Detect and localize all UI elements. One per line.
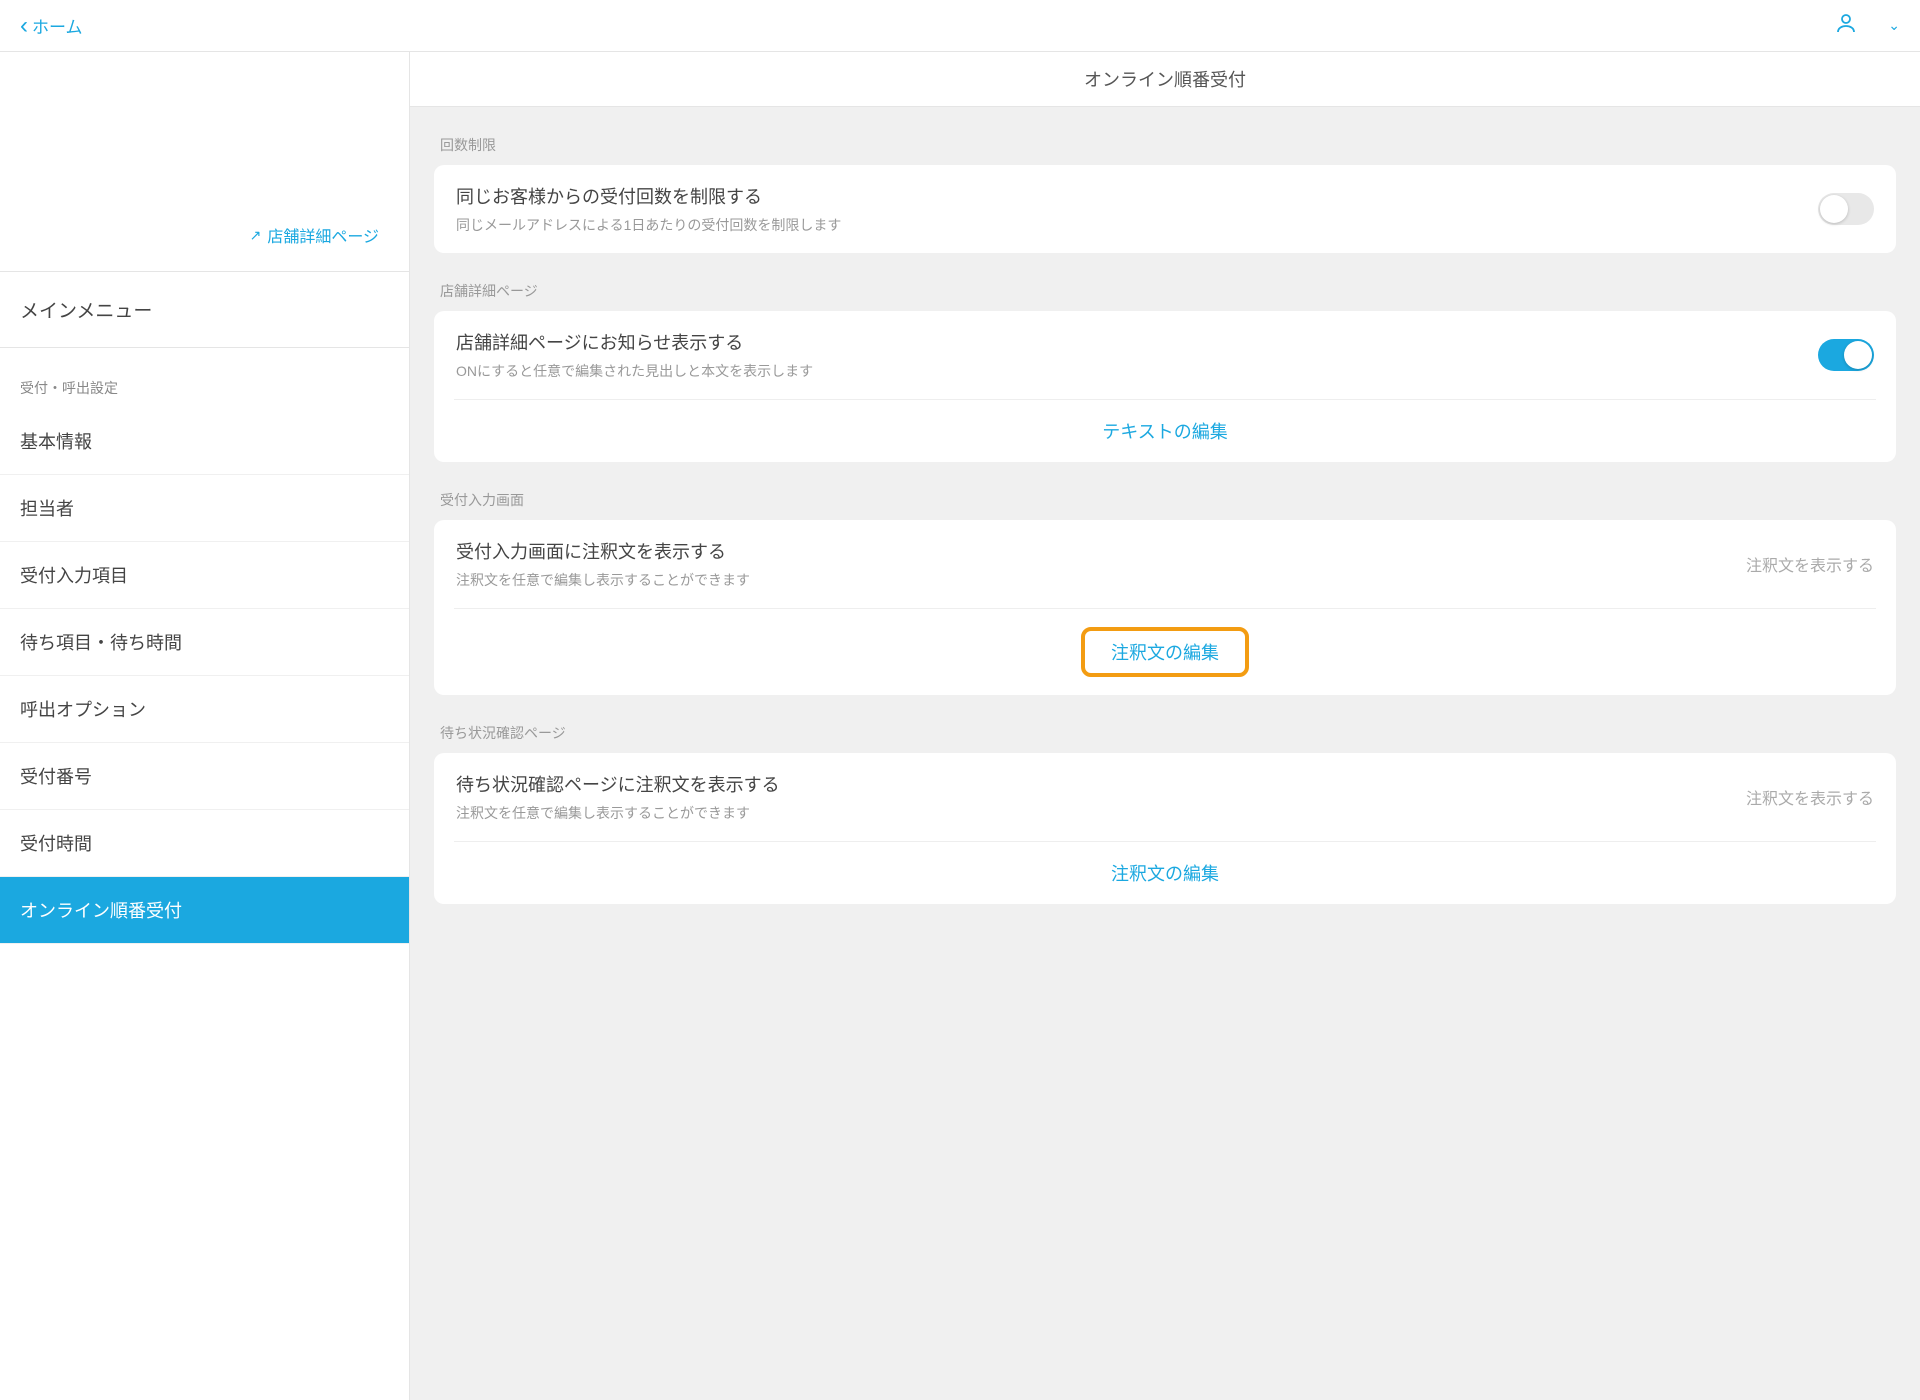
group-label-input-screen: 受付入力画面: [434, 462, 1896, 520]
card-input-screen: 受付入力画面に注釈文を表示する 注釈文を任意で編集し表示することができます 注釈…: [434, 520, 1896, 695]
topbar-right: ⌄: [1834, 11, 1900, 40]
sidebar-item-reception-time[interactable]: 受付時間: [0, 810, 409, 877]
input-screen-sub: 注釈文を任意で編集し表示することができます: [456, 570, 1726, 590]
sidebar-item-reception-number[interactable]: 受付番号: [0, 743, 409, 810]
row-store-detail: 店舗詳細ページにお知らせ表示する ONにすると任意で編集された見出しと本文を表示…: [434, 311, 1896, 399]
chevron-left-icon: ‹: [20, 12, 28, 40]
group-label-limit: 回数制限: [434, 107, 1896, 165]
store-detail-link[interactable]: ↗ 店舗詳細ページ: [250, 223, 379, 247]
group-label-store-detail: 店舗詳細ページ: [434, 253, 1896, 311]
sidebar-item-wait-items[interactable]: 待ち項目・待ち時間: [0, 609, 409, 676]
sidebar: ↗ 店舗詳細ページ メインメニュー 受付・呼出設定 基本情報 担当者 受付入力項…: [0, 52, 410, 1400]
menu-header: メインメニュー: [0, 272, 409, 348]
edit-annotation-input-button[interactable]: 注釈文の編集: [434, 609, 1896, 695]
sidebar-item-call-options[interactable]: 呼出オプション: [0, 676, 409, 743]
sidebar-top: ↗ 店舗詳細ページ: [0, 52, 409, 272]
store-link-label: 店舗詳細ページ: [267, 223, 379, 247]
card-store-detail: 店舗詳細ページにお知らせ表示する ONにすると任意で編集された見出しと本文を表示…: [434, 311, 1896, 462]
chevron-down-icon[interactable]: ⌄: [1888, 17, 1900, 34]
body: ↗ 店舗詳細ページ メインメニュー 受付・呼出設定 基本情報 担当者 受付入力項…: [0, 52, 1920, 1400]
section-label: 受付・呼出設定: [0, 348, 409, 408]
external-link-icon: ↗: [250, 227, 262, 244]
main: オンライン順番受付 回数制限 同じお客様からの受付回数を制限する 同じメールアド…: [410, 52, 1920, 1400]
wait-status-sub: 注釈文を任意で編集し表示することができます: [456, 803, 1726, 823]
content: 回数制限 同じお客様からの受付回数を制限する 同じメールアドレスによる1日あたり…: [410, 107, 1920, 904]
row-limit: 同じお客様からの受付回数を制限する 同じメールアドレスによる1日あたりの受付回数…: [434, 165, 1896, 253]
wait-status-right-label: 注釈文を表示する: [1746, 785, 1874, 809]
sidebar-item-basic-info[interactable]: 基本情報: [0, 408, 409, 475]
edit-annotation-wait-button[interactable]: 注釈文の編集: [434, 842, 1896, 904]
limit-title: 同じお客様からの受付回数を制限する: [456, 183, 1798, 209]
limit-toggle[interactable]: [1818, 193, 1874, 225]
row-input-screen[interactable]: 受付入力画面に注釈文を表示する 注釈文を任意で編集し表示することができます 注釈…: [434, 520, 1896, 608]
main-title: オンライン順番受付: [410, 52, 1920, 107]
topbar: ‹ ホーム ⌄: [0, 0, 1920, 52]
card-limit: 同じお客様からの受付回数を制限する 同じメールアドレスによる1日あたりの受付回数…: [434, 165, 1896, 253]
input-screen-title: 受付入力画面に注釈文を表示する: [456, 538, 1726, 564]
edit-text-button[interactable]: テキストの編集: [434, 400, 1896, 462]
back-button[interactable]: ‹ ホーム: [20, 12, 83, 40]
row-wait-status[interactable]: 待ち状況確認ページに注釈文を表示する 注釈文を任意で編集し表示することができます…: [434, 753, 1896, 841]
user-icon[interactable]: [1834, 11, 1858, 40]
store-detail-toggle[interactable]: [1818, 339, 1874, 371]
wait-status-title: 待ち状況確認ページに注釈文を表示する: [456, 771, 1726, 797]
back-label: ホーム: [32, 13, 83, 38]
sidebar-item-staff[interactable]: 担当者: [0, 475, 409, 542]
group-label-wait-status: 待ち状況確認ページ: [434, 695, 1896, 753]
card-wait-status: 待ち状況確認ページに注釈文を表示する 注釈文を任意で編集し表示することができます…: [434, 753, 1896, 904]
store-detail-sub: ONにすると任意で編集された見出しと本文を表示します: [456, 361, 1798, 381]
highlight-box: 注釈文の編集: [1081, 627, 1249, 677]
app-root: ‹ ホーム ⌄ ↗ 店舗詳細ページ メインメニュー 受付・呼出設定 基本: [0, 0, 1920, 1400]
store-detail-title: 店舗詳細ページにお知らせ表示する: [456, 329, 1798, 355]
sidebar-item-online-reception[interactable]: オンライン順番受付: [0, 877, 409, 944]
sidebar-item-input-fields[interactable]: 受付入力項目: [0, 542, 409, 609]
input-screen-right-label: 注釈文を表示する: [1746, 552, 1874, 576]
limit-sub: 同じメールアドレスによる1日あたりの受付回数を制限します: [456, 215, 1798, 235]
